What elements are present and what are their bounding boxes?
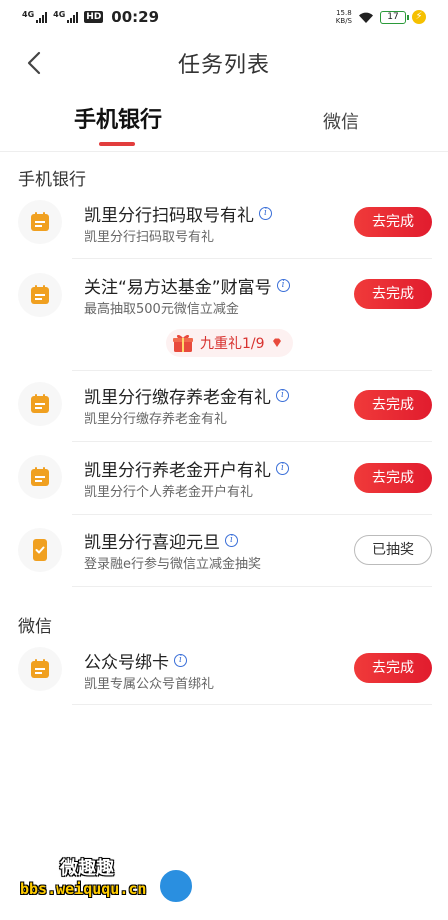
task-title-text: 凯里分行缴存养老金有礼 bbox=[84, 388, 271, 408]
section-title-wechat: 微信 bbox=[18, 617, 52, 637]
task-icon-circle bbox=[18, 200, 62, 244]
go-complete-button[interactable]: 去完成 bbox=[354, 207, 432, 237]
info-icon[interactable]: i bbox=[174, 654, 187, 667]
task-icon-circle bbox=[18, 647, 62, 691]
document-icon bbox=[31, 285, 49, 304]
row-divider bbox=[72, 514, 432, 515]
task-subtitle: 凯里分行个人养老金开户有礼 bbox=[84, 485, 254, 500]
document-icon bbox=[31, 467, 49, 486]
active-tab-indicator bbox=[99, 142, 135, 146]
go-complete-button[interactable]: 去完成 bbox=[354, 390, 432, 420]
phone-check-icon bbox=[33, 539, 47, 561]
task-icon-circle bbox=[18, 382, 62, 426]
signal-icon: 4G bbox=[22, 10, 48, 23]
task-title: 公众号绑卡 i bbox=[84, 648, 187, 673]
document-icon bbox=[31, 394, 49, 413]
go-complete-button[interactable]: 去完成 bbox=[354, 279, 432, 309]
row-divider bbox=[72, 258, 432, 259]
tab-bar: 手机银行 微信 bbox=[0, 92, 448, 152]
chevron-left-icon[interactable] bbox=[20, 48, 50, 78]
gift-progress-badge[interactable]: 九重礼1/9 bbox=[166, 329, 293, 357]
row-divider bbox=[72, 441, 432, 442]
speed-unit: KB/S bbox=[335, 17, 352, 25]
info-icon[interactable]: i bbox=[225, 534, 238, 547]
watermark: 微趣趣 bbs.weiququ.cn bbox=[20, 852, 220, 912]
task-icon-circle bbox=[18, 455, 62, 499]
task-subtitle: 最高抽取500元微信立减金 bbox=[84, 302, 239, 317]
task-title-text: 凯里分行养老金开户有礼 bbox=[84, 461, 271, 481]
section-title-mobile-bank: 手机银行 bbox=[18, 170, 86, 190]
watermark-url: bbs.weiququ.cn bbox=[20, 880, 147, 898]
task-title: 凯里分行缴存养老金有礼 i bbox=[84, 383, 289, 408]
status-bar: 4G 4G HD 00:29 15.8 KB/S 17 ⚡ bbox=[0, 0, 448, 34]
info-icon[interactable]: i bbox=[276, 279, 290, 292]
go-complete-button[interactable]: 去完成 bbox=[354, 463, 432, 493]
task-title-text: 凯里分行喜迎元旦 bbox=[84, 533, 220, 553]
network-type-1: 4G bbox=[22, 10, 35, 19]
gift-icon bbox=[173, 334, 193, 352]
task-subtitle: 凯里分行缴存养老金有礼 bbox=[84, 412, 228, 427]
clock: 00:29 bbox=[111, 8, 160, 26]
page-title: 任务列表 bbox=[177, 53, 270, 78]
go-complete-button[interactable]: 去完成 bbox=[354, 653, 432, 683]
info-icon[interactable]: i bbox=[276, 462, 289, 475]
info-icon[interactable]: i bbox=[259, 207, 272, 220]
tab-wechat[interactable]: 微信 bbox=[323, 108, 359, 134]
battery-icon: 17 bbox=[380, 10, 409, 24]
row-divider bbox=[72, 586, 432, 587]
row-divider bbox=[72, 704, 432, 705]
network-type-2: 4G bbox=[53, 10, 66, 19]
watermark-title: 微趣趣 bbox=[60, 858, 114, 879]
task-title: 关注“易方达基金”财富号 i bbox=[84, 273, 290, 298]
charging-icon: ⚡ bbox=[412, 10, 426, 24]
wifi-icon bbox=[359, 12, 373, 23]
document-icon bbox=[31, 212, 49, 231]
nav-bar: 任务列表 bbox=[0, 34, 448, 92]
task-title-text: 关注“易方达基金”财富号 bbox=[84, 278, 272, 298]
already-drawn-button[interactable]: 已抽奖 bbox=[354, 535, 432, 565]
network-speed: 15.8 KB/S bbox=[336, 9, 352, 25]
signal-icon-2: 4G bbox=[53, 10, 79, 23]
speed-value: 15.8 bbox=[336, 9, 352, 17]
task-title: 凯里分行喜迎元旦 i bbox=[84, 528, 238, 553]
watermark-logo-icon bbox=[158, 868, 194, 904]
diamond-icon bbox=[272, 338, 281, 347]
document-icon bbox=[31, 659, 49, 678]
task-subtitle: 登录融e行参与微信立减金抽奖 bbox=[84, 557, 261, 572]
task-subtitle: 凯里专属公众号首绑礼 bbox=[84, 677, 215, 692]
task-icon-circle bbox=[18, 528, 62, 572]
task-title: 凯里分行养老金开户有礼 i bbox=[84, 456, 289, 481]
task-title-text: 公众号绑卡 bbox=[84, 653, 169, 673]
task-subtitle: 凯里分行扫码取号有礼 bbox=[84, 230, 215, 245]
info-icon[interactable]: i bbox=[276, 389, 289, 402]
task-title: 凯里分行扫码取号有礼 i bbox=[84, 201, 272, 226]
gift-label: 九重礼1/9 bbox=[200, 336, 265, 352]
tab-mobile-bank[interactable]: 手机银行 bbox=[74, 102, 162, 134]
hd-icon: HD bbox=[84, 11, 104, 23]
row-divider bbox=[72, 370, 432, 371]
task-title-text: 凯里分行扫码取号有礼 bbox=[84, 206, 254, 226]
task-icon-circle bbox=[18, 273, 62, 317]
